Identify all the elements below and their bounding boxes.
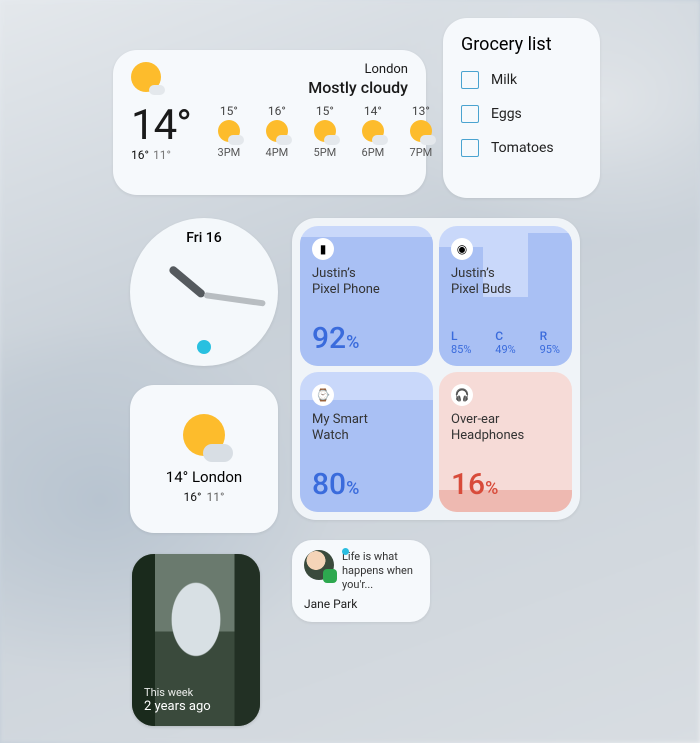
weather-forecast-row: 15°3PM 16°4PM 15°5PM 14°6PM 13°7PM [209, 104, 441, 159]
grocery-item[interactable]: Milk [461, 71, 582, 89]
notification-widget[interactable]: Life is what happens when you'r... Jane … [292, 540, 430, 622]
device-percent: 92% [312, 321, 421, 356]
forecast-hour: 13°7PM [401, 104, 441, 159]
grocery-item[interactable]: Eggs [461, 105, 582, 123]
device-name: My Smart Watch [312, 412, 421, 445]
device-battery-widget[interactable]: ▮ Justin’s Pixel Phone 92% ◉ Justin’s Pi… [292, 218, 580, 520]
device-name: Justin’s Pixel Phone [312, 266, 421, 299]
watch-icon: ⌚ [312, 384, 334, 406]
notification-sender: Jane Park [304, 597, 418, 611]
checkbox-icon[interactable] [461, 105, 479, 123]
forecast-hour: 14°6PM [353, 104, 393, 159]
clock-hour-hand [168, 265, 207, 299]
forecast-hour: 16°4PM [257, 104, 297, 159]
earbuds-icon: ◉ [451, 238, 473, 260]
weather-temp: 14° [131, 101, 191, 150]
device-watch[interactable]: ⌚ My Smart Watch 80% [300, 372, 433, 512]
weather-icon [131, 62, 161, 92]
photo-memory-widget[interactable]: This week 2 years ago [132, 554, 260, 726]
avatar [304, 550, 334, 580]
weather-high-low: 16°11° [184, 490, 225, 504]
memory-caption-primary: This week [144, 686, 211, 699]
earbuds-stats: L85% C49% R95% [451, 329, 560, 356]
forecast-hour: 15°5PM [305, 104, 345, 159]
memory-caption-secondary: 2 years ago [144, 699, 211, 714]
device-name: Over-ear Headphones [451, 412, 560, 445]
device-percent: 80% [312, 467, 421, 502]
clock-second-dot [197, 340, 211, 354]
weather-high-low: 16°11° [131, 148, 191, 162]
clock-minute-hand [204, 292, 266, 307]
checkbox-icon[interactable] [461, 71, 479, 89]
weather-condition: Mostly cloudy [308, 78, 408, 97]
forecast-hour: 15°3PM [209, 104, 249, 159]
notification-message: Life is what happens when you'r... [342, 550, 418, 591]
device-name: Justin’s Pixel Buds [451, 266, 560, 299]
weather-widget-small[interactable]: 14° London 16°11° [130, 385, 278, 533]
device-earbuds[interactable]: ◉ Justin’s Pixel Buds L85% C49% R95% [439, 226, 572, 366]
device-headphones[interactable]: 🎧 Over-ear Headphones 16% [439, 372, 572, 512]
clock-widget[interactable]: Fri 16 [130, 218, 278, 366]
grocery-list-widget[interactable]: Grocery list Milk Eggs Tomatoes [443, 18, 600, 198]
weather-icon [181, 414, 227, 460]
weather-location: London [308, 62, 408, 78]
device-percent: 16% [451, 467, 560, 502]
checkbox-icon[interactable] [461, 139, 479, 157]
weather-temp-city: 14° London [166, 468, 242, 486]
weather-widget-large[interactable]: London Mostly cloudy 14° 16°11° 15°3PM 1… [113, 50, 426, 195]
headphones-icon: 🎧 [451, 384, 473, 406]
clock-date: Fri 16 [186, 230, 221, 246]
phone-icon: ▮ [312, 238, 334, 260]
unread-dot-icon [342, 548, 349, 555]
device-phone[interactable]: ▮ Justin’s Pixel Phone 92% [300, 226, 433, 366]
grocery-title: Grocery list [461, 34, 582, 55]
grocery-item[interactable]: Tomatoes [461, 139, 582, 157]
